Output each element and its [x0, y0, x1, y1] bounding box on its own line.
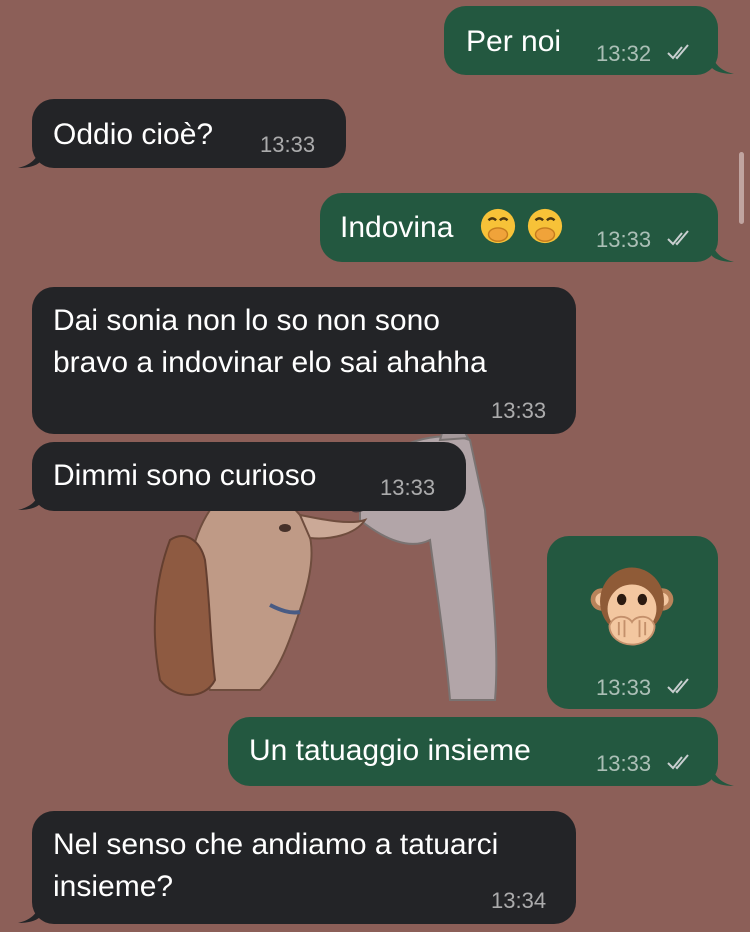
- outgoing-message-bubble[interactable]: Per noi 13:32: [444, 6, 718, 75]
- hand-over-mouth-emoji: [527, 208, 563, 244]
- incoming-message-bubble[interactable]: Dai sonia non lo so non sono bravo a ind…: [32, 287, 576, 434]
- message-timestamp: 13:33: [491, 398, 547, 423]
- outgoing-message-bubble[interactable]: Un tatuaggio insieme 13:33: [228, 717, 718, 786]
- outgoing-message-bubble[interactable]: Indovina 13:33: [320, 193, 718, 262]
- outgoing-bubble-tail: [712, 56, 734, 74]
- outgoing-bubble-tail: [712, 768, 734, 786]
- message-text: Un tatuaggio insieme: [249, 734, 531, 767]
- double-check-read-icon: [667, 230, 689, 246]
- speak-no-evil-monkey-emoji: [590, 567, 674, 646]
- message-text: Dai sonia non lo so non sono bravo a ind…: [53, 304, 487, 379]
- message-timestamp: 13:33: [260, 132, 316, 157]
- outgoing-bubble-tail: [712, 244, 734, 262]
- message-timestamp: 13:33: [596, 751, 652, 776]
- incoming-message-bubble[interactable]: Dimmi sono curioso 13:33: [32, 442, 466, 511]
- message-timestamp: 13:33: [596, 227, 652, 252]
- hand-over-mouth-emoji: [480, 208, 516, 244]
- message-timestamp: 13:34: [491, 888, 547, 913]
- double-check-read-icon: [667, 678, 689, 694]
- double-check-read-icon: [667, 44, 689, 60]
- message-text: Oddio cioè?: [53, 118, 214, 151]
- incoming-message-bubble[interactable]: Nel senso che andiamo a tatuarci insieme…: [32, 811, 576, 924]
- incoming-message-bubble[interactable]: Oddio cioè? 13:33: [32, 99, 346, 168]
- double-check-read-icon: [667, 754, 689, 770]
- message-timestamp: 13:32: [596, 41, 652, 66]
- chat-thread: Per noi 13:32 Oddio cioè? 13:33 Indovina: [0, 0, 750, 932]
- message-text: Per noi: [466, 25, 562, 58]
- outgoing-message-bubble[interactable]: 13:33: [547, 536, 718, 709]
- message-text: Dimmi sono curioso: [53, 459, 317, 492]
- message-timestamp: 13:33: [380, 475, 436, 500]
- incoming-bubble-tail: [18, 150, 40, 168]
- message-timestamp: 13:33: [596, 675, 652, 700]
- message-text: Indovina: [340, 211, 454, 244]
- chat-scrollbar[interactable]: [739, 152, 744, 224]
- incoming-bubble-tail: [18, 492, 40, 510]
- message-text: Nel senso che andiamo a tatuarci insieme…: [53, 828, 499, 903]
- incoming-bubble-tail: [18, 905, 40, 923]
